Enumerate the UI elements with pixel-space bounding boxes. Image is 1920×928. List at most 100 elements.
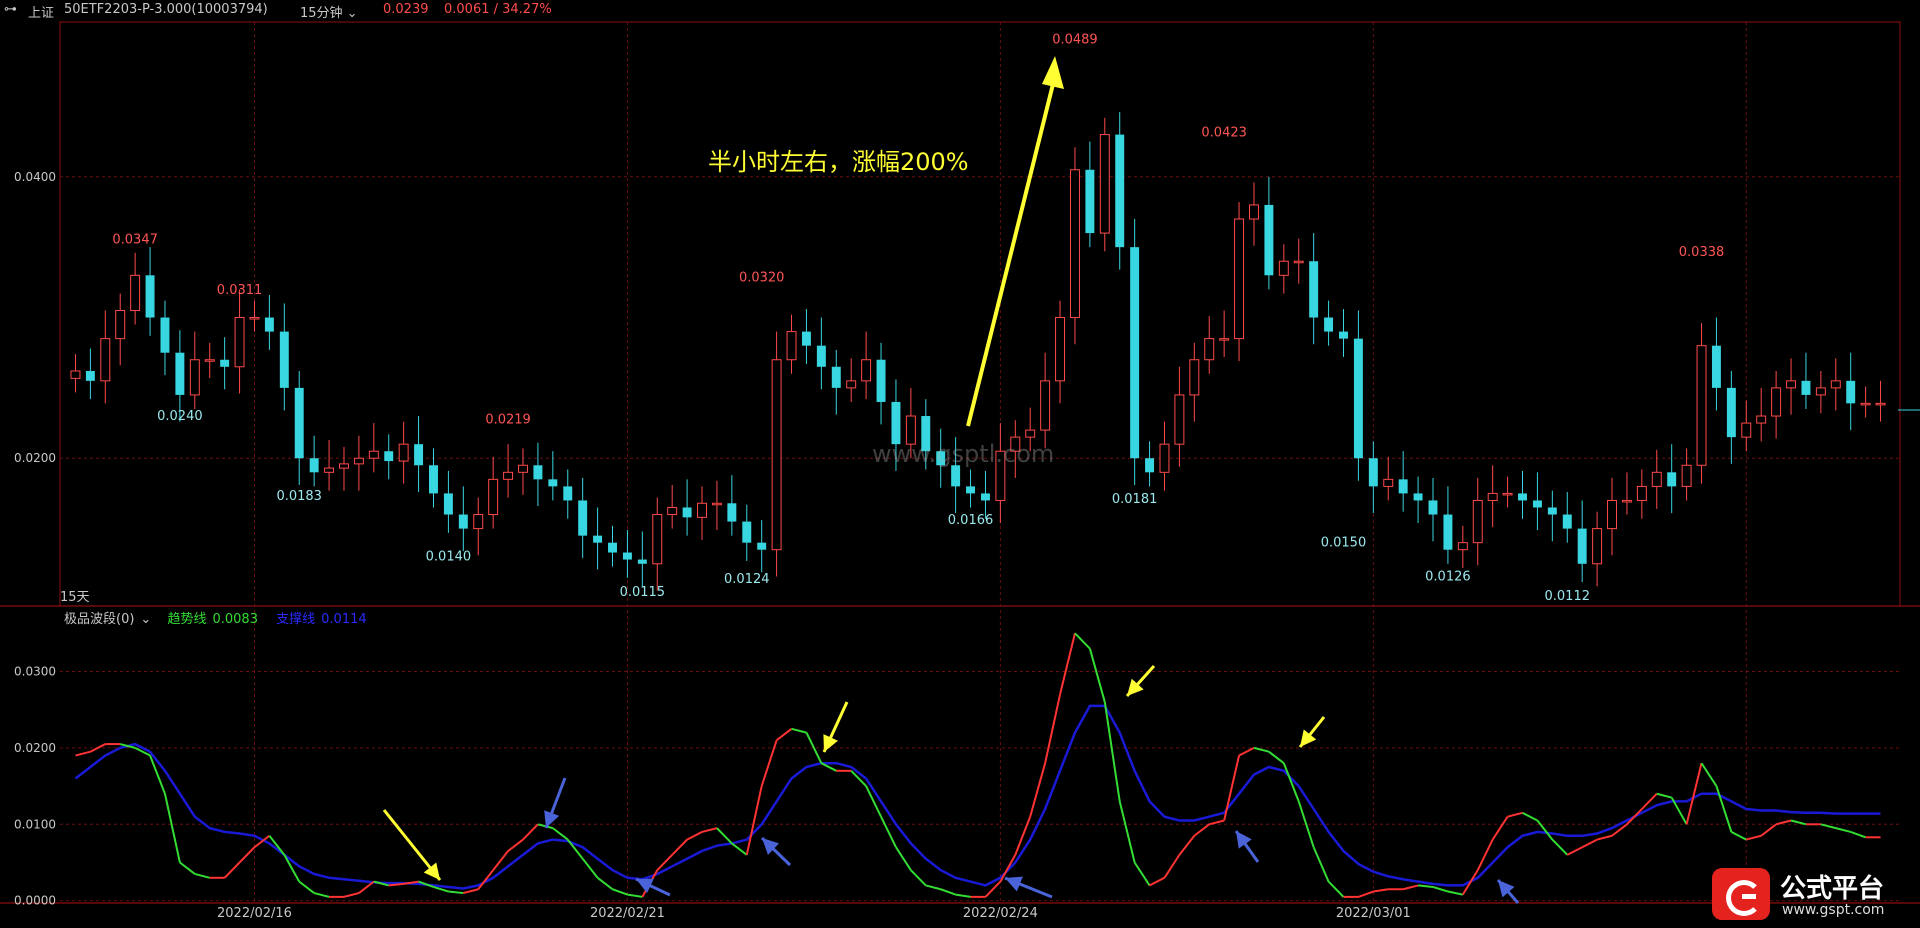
- candle-down: [1547, 507, 1557, 515]
- trend-line-segment: [179, 861, 196, 875]
- blue-signal-arrow-head: [1236, 831, 1252, 849]
- trend-line-segment: [745, 785, 763, 856]
- y-tick-label: 0.0400: [14, 170, 56, 184]
- trend-line-segment: [1566, 846, 1583, 856]
- candle-up: [1860, 402, 1871, 406]
- candle-down: [85, 370, 95, 381]
- candle-down: [563, 486, 573, 501]
- candle-up: [1696, 345, 1707, 466]
- trend-line-segment: [805, 732, 823, 764]
- extreme-value-label: 0.0150: [1321, 536, 1367, 551]
- trend-label: 趋势线: [167, 612, 207, 627]
- trend-line-segment: [612, 888, 628, 896]
- candle-down: [876, 359, 886, 402]
- candle-down: [294, 387, 304, 459]
- trend-line-segment: [1715, 785, 1733, 833]
- candle-up: [353, 457, 364, 465]
- y-tick-label: 0.0000: [14, 894, 56, 908]
- candle-down: [1309, 261, 1319, 318]
- candle-up: [697, 502, 707, 518]
- logo-icon: [1712, 868, 1770, 920]
- candle-down: [891, 401, 901, 445]
- trend-line-segment: [1775, 819, 1792, 826]
- trend-line-segment: [1432, 885, 1449, 893]
- trend-line-segment: [238, 846, 256, 864]
- trend-line-segment: [701, 827, 718, 833]
- candle-up: [1741, 422, 1752, 438]
- y-tick-label: 0.0200: [14, 451, 56, 465]
- trend-line-segment: [895, 846, 912, 871]
- date-tick-label: 2022/03/01: [1336, 906, 1411, 921]
- candle-down: [757, 542, 767, 550]
- extreme-value-label: 0.0126: [1425, 569, 1471, 584]
- extreme-value-label: 0.0183: [276, 489, 322, 504]
- candle-down: [1398, 479, 1408, 494]
- candle-up: [1607, 499, 1617, 530]
- price-surge-arrow: [966, 75, 1057, 427]
- candle-down: [384, 451, 394, 462]
- trend-line-segment: [791, 727, 807, 734]
- candle-down: [831, 366, 841, 388]
- candle-down: [1115, 134, 1125, 248]
- extreme-value-label: 0.0423: [1201, 125, 1247, 140]
- candle-up: [234, 317, 245, 368]
- trend-line-segment: [1074, 632, 1091, 650]
- indicator-header: 极品波段(0) ⌄ 趋势线 0.0083 支撑线 0.0114: [64, 608, 373, 627]
- trend-line-segment: [1044, 694, 1062, 764]
- candle-down: [1443, 514, 1453, 550]
- candle-down: [682, 507, 692, 518]
- trend-line-segment: [1551, 838, 1568, 856]
- candle-up: [846, 380, 857, 389]
- candle-down: [264, 317, 274, 332]
- trend-line-segment: [522, 823, 539, 841]
- trend-line-segment: [1312, 846, 1330, 883]
- trend-line-segment: [1820, 823, 1837, 830]
- candle-down: [443, 493, 453, 515]
- trend-line-segment: [1327, 880, 1345, 898]
- candle-down: [1518, 493, 1527, 501]
- extreme-value-label: 0.0338: [1679, 245, 1725, 260]
- watermark: www.gsptl.com: [872, 440, 1055, 468]
- candle-down: [145, 275, 155, 318]
- candle-up: [1756, 415, 1767, 424]
- candle-up: [1651, 471, 1662, 487]
- candle-up: [339, 463, 349, 469]
- trend-line-segment: [1238, 747, 1255, 757]
- candle-up: [1174, 394, 1185, 445]
- candle-up: [667, 506, 678, 516]
- date-tick-label: 2022/02/21: [590, 906, 665, 921]
- trend-line-segment: [1760, 823, 1777, 837]
- candle-down: [966, 486, 976, 494]
- candle-up: [1621, 499, 1632, 503]
- candle-down: [1726, 387, 1736, 438]
- trend-line-segment: [1402, 884, 1419, 891]
- indicator-name[interactable]: 极品波段(0) ⌄: [64, 612, 157, 627]
- candle-down: [533, 465, 543, 480]
- trend-line-segment: [1088, 648, 1106, 703]
- extreme-value-label: 0.0166: [948, 513, 994, 528]
- candle-up: [1025, 429, 1036, 438]
- trend-line-segment: [1596, 834, 1613, 841]
- trend-line-segment: [1268, 750, 1285, 764]
- trend-line-segment: [223, 861, 241, 879]
- trend-line-segment: [1522, 811, 1538, 822]
- trend-line-segment: [1850, 830, 1866, 839]
- candle-down: [608, 542, 617, 553]
- candle-down: [1413, 493, 1423, 501]
- trend-line-segment: [463, 888, 479, 895]
- extreme-value-label: 0.0219: [485, 413, 531, 428]
- trend-line-segment: [1730, 831, 1747, 841]
- trend-line-segment: [1491, 816, 1509, 841]
- indicator-name-text: 极品波段(0): [64, 612, 135, 627]
- candle-up: [1204, 338, 1215, 361]
- trend-line-segment: [1178, 835, 1196, 856]
- trend-line-segment: [1059, 633, 1076, 695]
- logo: 公式平台 www.gspt.com: [1712, 866, 1912, 924]
- candle-up: [1159, 443, 1170, 473]
- candle-up: [115, 309, 126, 340]
- candle-up: [368, 450, 379, 459]
- trend-line-segment: [686, 831, 703, 841]
- candle-down: [980, 493, 990, 501]
- candle-down: [1428, 500, 1438, 515]
- extreme-value-label: 0.0311: [217, 283, 263, 298]
